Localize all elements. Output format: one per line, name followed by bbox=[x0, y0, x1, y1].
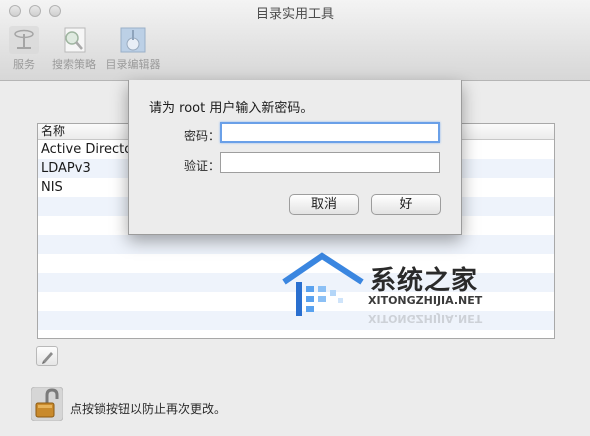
verify-field[interactable] bbox=[220, 152, 440, 173]
edit-button[interactable] bbox=[36, 346, 58, 366]
lock-hint-text: 点按锁按钮以防止再次更改。 bbox=[70, 402, 227, 416]
dialog-prompt: 请为 root 用户输入新密码。 bbox=[149, 101, 314, 116]
directory-utility-window: 目录实用工具 服务 搜索策略 目录编辑器 名称 Active Directory… bbox=[0, 0, 590, 436]
toolbar-services-label: 服务 bbox=[13, 58, 35, 71]
watermark-url: XITONGZHIJIA.NET bbox=[368, 294, 483, 307]
cancel-button[interactable]: 取消 bbox=[289, 194, 359, 215]
titlebar-toolbar: 目录实用工具 服务 搜索策略 目录编辑器 bbox=[0, 0, 590, 81]
toolbar-search-policy-label: 搜索策略 bbox=[52, 58, 96, 71]
verify-label: 验证： bbox=[183, 159, 220, 173]
toolbar-search-policy-button[interactable]: 搜索策略 bbox=[48, 26, 100, 72]
set-password-sheet: 请为 root 用户输入新密码。 密码： 验证： 取消 好 bbox=[128, 80, 462, 235]
services-icon bbox=[9, 26, 39, 54]
watermark: 系统之家 XITONGZHIJIA.NET XITONGZHIJIA.NET bbox=[282, 248, 532, 338]
watermark-title: 系统之家 bbox=[370, 266, 479, 296]
ok-button[interactable]: 好 bbox=[371, 194, 441, 215]
password-label: 密码： bbox=[183, 129, 220, 143]
toolbar-directory-editor-label: 目录编辑器 bbox=[105, 58, 161, 71]
lock-button[interactable] bbox=[30, 386, 64, 422]
password-field[interactable] bbox=[220, 122, 440, 143]
lock-open-icon bbox=[30, 386, 64, 422]
toolbar-directory-editor-button[interactable]: 目录编辑器 bbox=[100, 26, 166, 72]
watermark-logo-icon bbox=[282, 252, 364, 316]
directory-editor-icon bbox=[120, 27, 146, 53]
toolbar-services-button[interactable]: 服务 bbox=[4, 26, 44, 72]
watermark-url-reflection: XITONGZHIJIA.NET bbox=[368, 312, 483, 325]
window-title: 目录实用工具 bbox=[255, 7, 334, 22]
pencil-icon bbox=[42, 352, 53, 364]
search-policy-icon bbox=[64, 27, 86, 53]
